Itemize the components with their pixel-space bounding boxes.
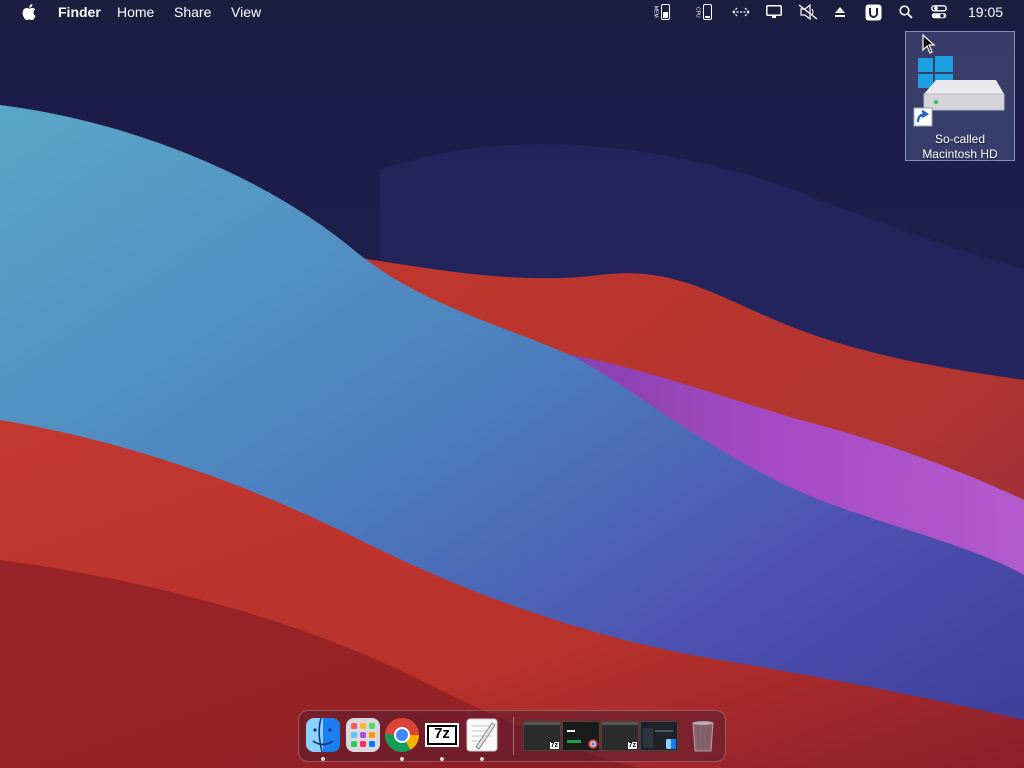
7zip-label: 7z	[434, 725, 450, 742]
menu-view[interactable]: View	[231, 0, 261, 25]
menu-home[interactable]: Home	[117, 0, 154, 25]
network-arrows-icon[interactable]	[731, 3, 751, 21]
mem-icon[interactable]: MEM	[648, 3, 674, 21]
dock-separator	[513, 717, 514, 755]
textedit-icon	[466, 718, 498, 752]
launchpad-icon	[346, 718, 380, 752]
dock-chrome[interactable]	[384, 717, 420, 753]
desktop-wallpaper	[0, 0, 1024, 768]
finder-icon	[306, 717, 340, 753]
finder-badge-icon	[666, 739, 676, 749]
u-app-icon[interactable]	[863, 3, 883, 21]
search-icon[interactable]	[896, 3, 916, 21]
dock-7zip[interactable]: 7z	[424, 717, 460, 753]
display-icon[interactable]	[764, 3, 784, 21]
chrome-icon	[385, 717, 419, 752]
cpu-icon[interactable]: CPU	[690, 3, 716, 21]
control-center-icon[interactable]	[929, 3, 949, 21]
dock-launchpad[interactable]	[345, 717, 381, 753]
7zip-badge-icon: 7z	[549, 742, 559, 749]
menu-bar: Finder Home Share View MEM CPU 19:05	[0, 0, 1024, 25]
menubar-clock[interactable]: 19:05	[968, 0, 1003, 25]
mute-icon[interactable]	[797, 3, 819, 21]
trash-icon	[692, 721, 714, 752]
menu-share[interactable]: Share	[174, 0, 211, 25]
apple-logo-icon[interactable]	[19, 3, 39, 21]
desktop-icon-label: So-called Macintosh HD	[922, 132, 998, 161]
dock-running-indicator	[400, 757, 404, 761]
cpu-label: CPU	[694, 6, 701, 18]
dock-textedit[interactable]	[464, 717, 500, 753]
hard-drive-windows-shortcut-icon	[913, 56, 1005, 127]
dock: 7z 7z 7z	[298, 710, 726, 762]
minimized-window-finder[interactable]	[640, 721, 678, 751]
7zip-badge-icon: 7z	[627, 742, 637, 749]
mouse-cursor-icon	[922, 34, 936, 54]
dock-finder[interactable]	[305, 717, 341, 753]
dock-trash[interactable]	[685, 717, 721, 753]
minimized-window-7zip[interactable]: 7z	[601, 721, 639, 751]
minimized-window-chrome[interactable]	[562, 721, 600, 751]
app-name-menu[interactable]: Finder	[58, 0, 101, 25]
dock-running-indicator	[321, 757, 325, 761]
dock-running-indicator	[440, 757, 444, 761]
dock-running-indicator	[480, 757, 484, 761]
eject-icon[interactable]	[830, 3, 850, 21]
minimized-window-7zip[interactable]: 7z	[523, 721, 561, 751]
chrome-badge-icon	[588, 739, 598, 749]
mem-label: MEM	[652, 6, 659, 18]
